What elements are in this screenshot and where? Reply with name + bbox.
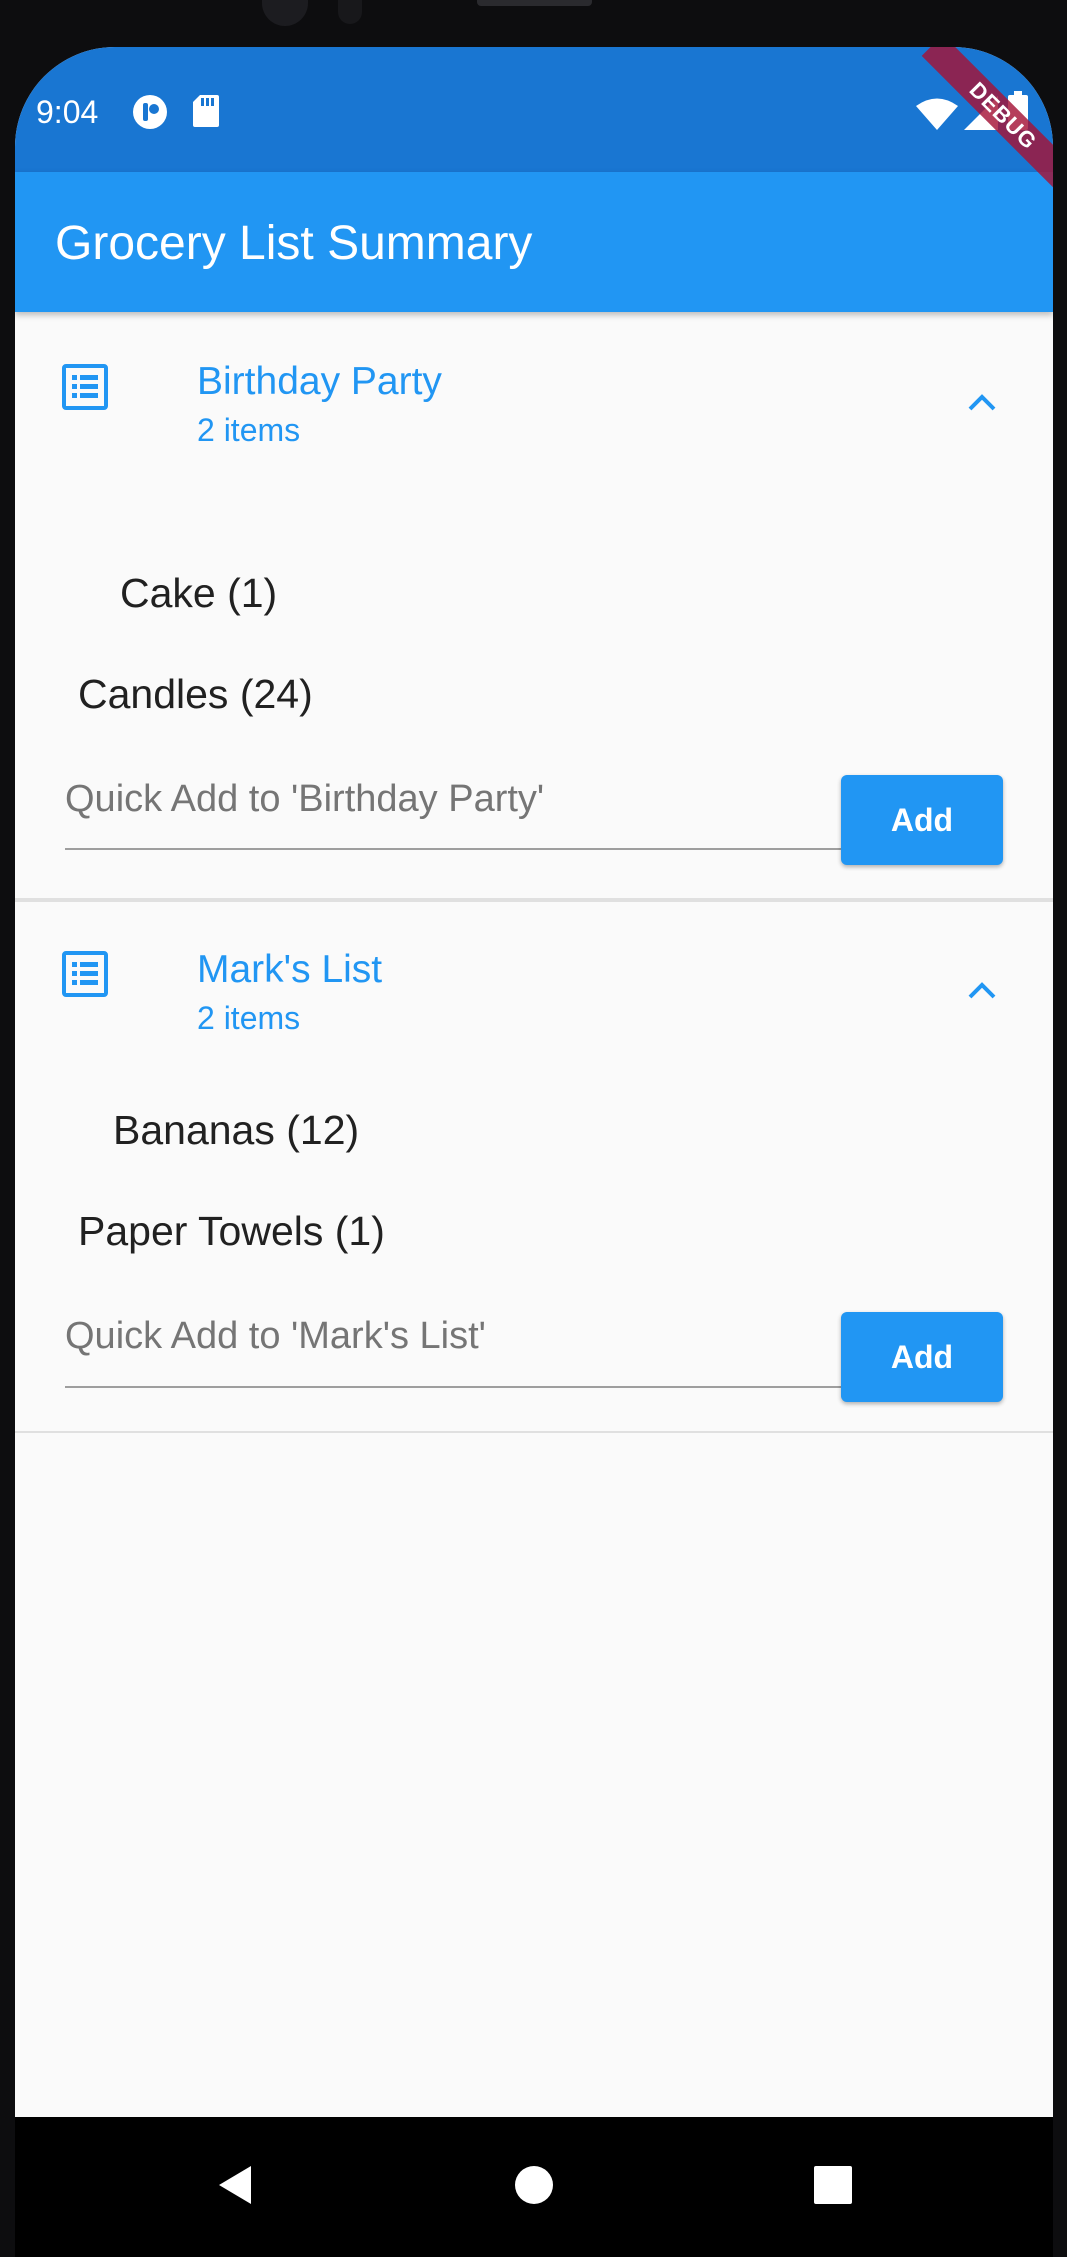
status-bar: 9:04 (15, 47, 1053, 172)
list-item: Candles (24) (78, 671, 313, 717)
status-time: 9:04 (36, 94, 99, 130)
back-icon[interactable] (205, 2155, 265, 2215)
input-underline (65, 1386, 841, 1388)
home-icon[interactable] (504, 2155, 564, 2215)
system-navigation-bar (15, 2117, 1053, 2257)
list-icon (62, 364, 108, 410)
device-frame: 9:04 DEBUG Grocery List Summary Birthday… (0, 0, 1067, 2257)
section-header-birthday-party[interactable]: Birthday Party 2 items (15, 312, 1053, 452)
list-item: Bananas (12) (113, 1107, 360, 1153)
page-title: Grocery List Summary (55, 217, 533, 270)
quick-add-input[interactable] (65, 1306, 841, 1366)
front-camera (262, 0, 308, 26)
list-item: Cake (1) (120, 570, 278, 616)
list-item-count: 2 items (197, 412, 301, 448)
list-title: Mark's List (197, 948, 383, 991)
list-item-count: 2 items (197, 1000, 301, 1036)
grocery-list-section: Mark's List 2 items Bananas (12) Paper T… (15, 903, 1053, 1443)
app-screen: 9:04 DEBUG Grocery List Summary Birthday… (15, 47, 1053, 2257)
wifi-icon (916, 98, 958, 130)
grocery-list-section: Birthday Party 2 items Cake (1) Candles … (15, 312, 1053, 865)
input-underline (65, 848, 841, 850)
recents-icon[interactable] (803, 2155, 863, 2215)
section-divider (15, 898, 1053, 902)
chevron-up-icon[interactable] (962, 382, 1002, 422)
list-icon (62, 951, 108, 997)
proximity-sensor (338, 0, 362, 24)
add-button[interactable]: Add (841, 775, 1003, 865)
section-divider (15, 1431, 1053, 1433)
earpiece-speaker (477, 0, 592, 6)
chevron-up-icon[interactable] (962, 970, 1002, 1010)
sd-card-icon (193, 95, 219, 127)
add-button[interactable]: Add (841, 1312, 1003, 1402)
app-bar: Grocery List Summary (15, 172, 1053, 312)
section-header-marks-list[interactable]: Mark's List 2 items (15, 903, 1053, 1043)
quick-add-input[interactable] (65, 769, 841, 829)
list-title: Birthday Party (197, 360, 442, 403)
notification-app-icon (133, 95, 167, 129)
list-item: Paper Towels (1) (78, 1208, 385, 1254)
